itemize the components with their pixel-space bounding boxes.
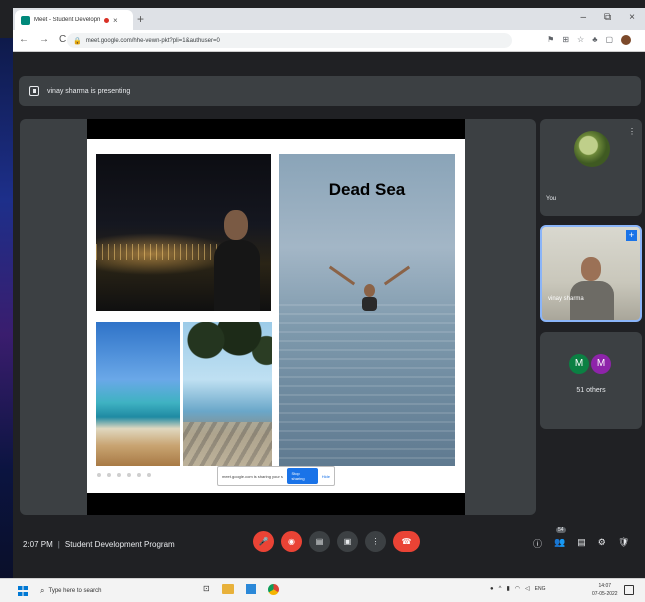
- extension-icon-3[interactable]: ♣: [592, 35, 597, 45]
- search-icon: ⌕: [40, 586, 45, 595]
- lock-icon: 🔒: [73, 37, 82, 45]
- bookmark-star-icon[interactable]: ☆: [577, 35, 584, 45]
- participant-tile-presenter[interactable]: + vinay sharma: [540, 225, 642, 322]
- present-now-button[interactable]: ▣: [337, 531, 358, 552]
- profile-avatar[interactable]: [621, 35, 631, 45]
- close-window-button[interactable]: ×: [629, 12, 635, 23]
- chat-icon[interactable]: ▤: [577, 537, 586, 550]
- window-controls: – ⧉ ×: [580, 12, 635, 23]
- taskbar-clock[interactable]: 14:07 07-05-2022: [592, 582, 618, 598]
- people-icon: 👥: [554, 537, 566, 547]
- separator: |: [57, 540, 60, 549]
- participant-tile-you[interactable]: ⋮ You: [540, 119, 642, 216]
- presenting-text: vinay sharma is presenting: [47, 87, 131, 95]
- extension-icon-2[interactable]: ⊞: [562, 35, 569, 45]
- meet-stage: vinay sharma is presenting Dead Sea meet…: [13, 52, 645, 578]
- shared-screen: Dead Sea meet.google.com is sharing your…: [87, 119, 465, 515]
- new-tab-button[interactable]: +: [137, 12, 144, 26]
- more-options-icon[interactable]: ⋮: [628, 127, 636, 136]
- captions-button[interactable]: ▤: [309, 531, 330, 552]
- present-screen-icon: [29, 86, 39, 96]
- swimmer-figure: [354, 284, 384, 314]
- participant-count-badge: 54: [556, 527, 566, 533]
- show-hidden-icons-icon[interactable]: ^: [499, 586, 502, 592]
- presenting-banner: vinay sharma is presenting: [19, 76, 641, 106]
- extension-icon-1[interactable]: ⚑: [547, 35, 554, 45]
- meeting-name: Student Development Program: [64, 540, 175, 549]
- meeting-info: 2:07 PM | Student Development Program: [23, 540, 175, 549]
- meet-favicon-icon: [21, 15, 30, 25]
- chrome-icon[interactable]: [267, 584, 279, 595]
- tree-shore-photo: [183, 322, 272, 466]
- avatar: M: [591, 354, 611, 374]
- desktop-wallpaper-strip: [0, 38, 13, 578]
- browser-toolbar: ← → C 🔒 meet.google.com/hhe-vewn-pkt?pli…: [13, 30, 645, 52]
- people-button[interactable]: 54 👥: [554, 527, 566, 550]
- slide-title: Dead Sea: [328, 180, 406, 199]
- extensions-area: ⚑ ⊞ ☆ ♣ ▢: [547, 35, 631, 45]
- task-view-icon[interactable]: ⊡: [203, 584, 210, 595]
- meeting-details-icon[interactable]: ⓘ: [533, 537, 542, 550]
- search-placeholder: Type here to search: [48, 588, 102, 594]
- battery-icon[interactable]: ▮: [506, 585, 509, 592]
- night-city-photo: [96, 154, 271, 311]
- browser-tab-bar: Meet - Student Development Program × + –…: [13, 8, 645, 30]
- notifications-icon[interactable]: [624, 585, 634, 595]
- side-panel-controls: ⓘ 54 👥 ▤ ⚙ 🛡: [533, 527, 629, 550]
- host-controls-icon[interactable]: 🛡: [618, 537, 629, 550]
- language-indicator[interactable]: ENG: [535, 586, 546, 592]
- reload-button[interactable]: C: [59, 34, 66, 45]
- extension-icon-4[interactable]: ▢: [605, 35, 613, 45]
- nav-buttons: ← → C: [19, 34, 66, 45]
- forward-button[interactable]: →: [39, 34, 49, 45]
- stop-sharing-button[interactable]: Stop sharing: [287, 468, 318, 484]
- windows-start-icon[interactable]: [18, 586, 28, 596]
- presenter-video-head: [581, 257, 601, 281]
- pin-icon[interactable]: +: [626, 230, 637, 241]
- hide-share-bar-button[interactable]: Hide: [322, 474, 330, 479]
- mic-toggle-button[interactable]: 🎤: [253, 531, 274, 552]
- clock-date: 07-05-2022: [592, 591, 618, 597]
- avatar: [574, 131, 610, 167]
- windows-taskbar: ⌕ Type here to search ⊡ ● ^ ▮ ◠ ◁ ENG 14…: [0, 578, 645, 602]
- person-figure: [214, 210, 260, 311]
- url-text: meet.google.com/hhe-vewn-pkt?pli=1&authu…: [85, 37, 220, 44]
- presentation-tile[interactable]: Dead Sea meet.google.com is sharing your…: [20, 119, 536, 515]
- recording-indicator-icon: [104, 17, 109, 23]
- file-explorer-icon[interactable]: [221, 584, 234, 594]
- meeting-time: 2:07 PM: [23, 540, 53, 549]
- avatar: M: [569, 354, 589, 374]
- presentation-slide: Dead Sea meet.google.com is sharing your…: [87, 139, 465, 493]
- address-bar[interactable]: 🔒 meet.google.com/hhe-vewn-pkt?pli=1&aut…: [67, 33, 512, 48]
- volume-icon[interactable]: ◁: [525, 585, 530, 592]
- leave-call-button[interactable]: ☎: [393, 531, 420, 552]
- browser-tab-meet[interactable]: Meet - Student Development Program ×: [15, 10, 133, 30]
- participant-name: You: [546, 196, 557, 202]
- tray-app-icon[interactable]: ●: [490, 586, 494, 592]
- tab-title: Meet - Student Development Program: [34, 17, 100, 23]
- clock-time: 14:07: [598, 583, 612, 589]
- wifi-icon[interactable]: ◠: [515, 585, 520, 592]
- call-controls: 🎤 ◉ ▤ ▣ ⋮ ☎: [253, 531, 420, 552]
- others-count: 51 others: [576, 387, 606, 394]
- participant-name: vinay sharma: [548, 296, 584, 302]
- beach-photo: [96, 322, 180, 466]
- camera-toggle-button[interactable]: ◉: [281, 531, 302, 552]
- screen: Meet - Student Development Program × + –…: [0, 0, 645, 602]
- participant-tile-others[interactable]: M M 51 others: [540, 332, 642, 429]
- slide-dots: [97, 473, 151, 477]
- dead-sea-photo: Dead Sea: [279, 154, 455, 466]
- store-icon[interactable]: [245, 584, 256, 594]
- activities-icon[interactable]: ⚙: [598, 537, 606, 550]
- minimize-button[interactable]: –: [580, 12, 586, 23]
- system-tray: ● ^ ▮ ◠ ◁ ENG: [490, 585, 546, 593]
- pinned-apps: ⊡: [203, 584, 279, 595]
- back-button[interactable]: ←: [19, 34, 29, 45]
- tab-close-icon[interactable]: ×: [113, 16, 118, 25]
- share-message: meet.google.com is sharing your screen: [222, 473, 283, 479]
- more-options-button[interactable]: ⋮: [365, 531, 386, 552]
- taskbar-search[interactable]: ⌕ Type here to search: [36, 583, 176, 599]
- restore-button[interactable]: ⧉: [604, 12, 611, 23]
- screen-share-bar: meet.google.com is sharing your screen S…: [217, 466, 335, 486]
